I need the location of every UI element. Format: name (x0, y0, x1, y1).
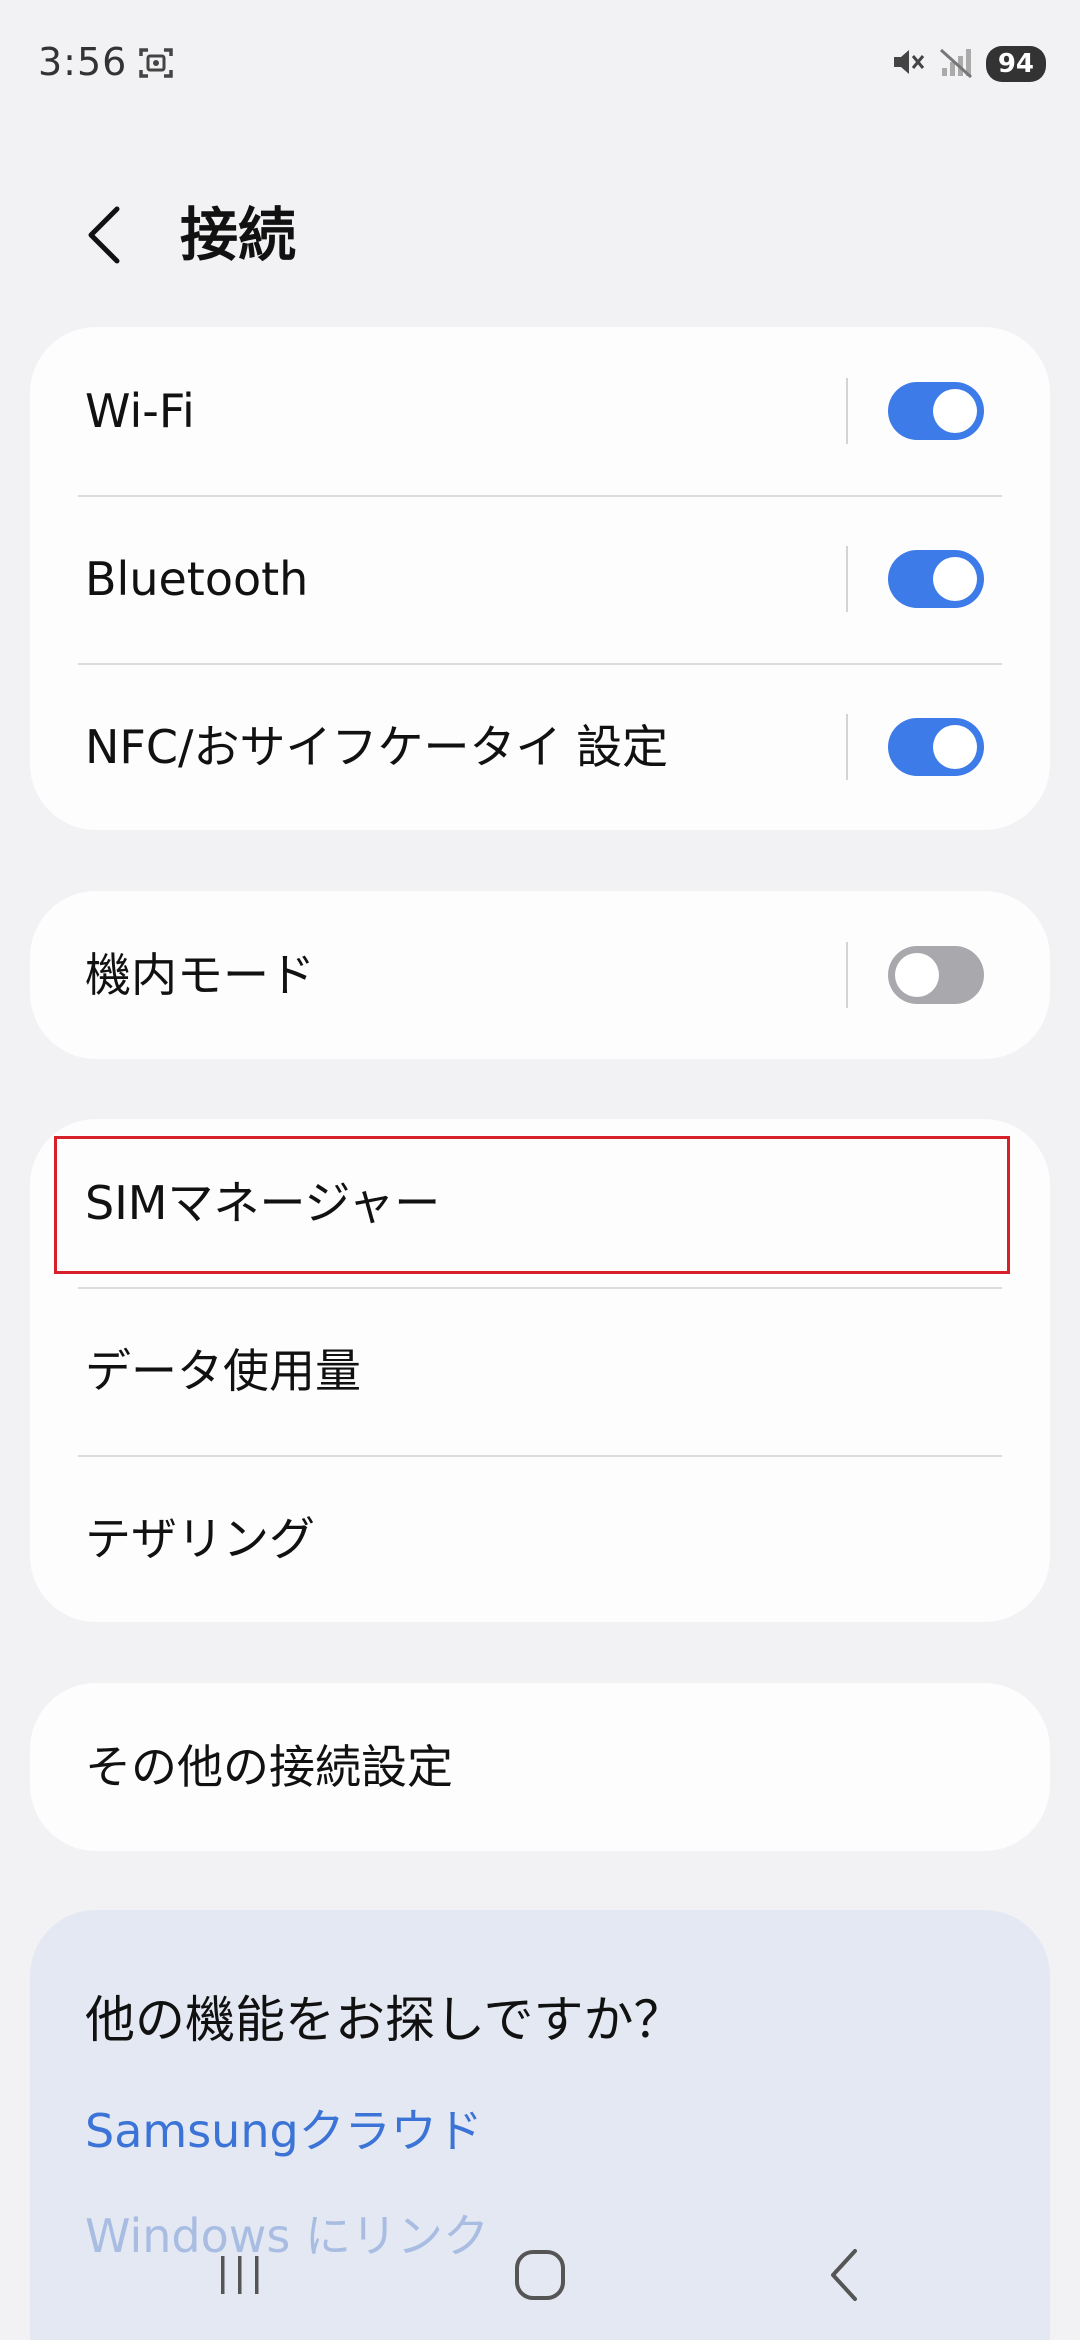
chevron-left-icon (88, 206, 120, 264)
settings-group-wireless: Wi-Fi Bluetooth NFC/おサイフケータイ 設定 (30, 327, 1050, 830)
tethering-label: テザリング (85, 1512, 315, 1566)
divider (846, 714, 848, 780)
recents-button[interactable] (190, 2240, 290, 2310)
screenshot-icon (138, 46, 174, 80)
no-signal-icon (938, 44, 974, 84)
recents-icon (221, 2256, 259, 2294)
divider (846, 378, 848, 444)
status-time: 3:56 (38, 40, 128, 84)
status-bar: 3:56 94 (0, 0, 1080, 130)
more-connection-settings-row[interactable]: その他の接続設定 (30, 1683, 1050, 1851)
mute-icon (890, 44, 926, 84)
home-button[interactable] (490, 2240, 590, 2310)
system-back-button[interactable] (795, 2240, 895, 2310)
back-icon (831, 2249, 857, 2301)
data-usage-label: データ使用量 (85, 1344, 361, 1398)
airplane-mode-row[interactable]: 機内モード (30, 891, 1050, 1059)
nfc-label: NFC/おサイフケータイ 設定 (85, 720, 669, 774)
nfc-row[interactable]: NFC/おサイフケータイ 設定 (30, 663, 1050, 830)
divider (846, 546, 848, 612)
nfc-toggle[interactable] (888, 718, 984, 776)
divider (846, 942, 848, 1008)
back-button[interactable] (70, 200, 140, 270)
header: 接続 (0, 180, 1080, 290)
samsung-cloud-link[interactable]: Samsungクラウド (85, 2095, 483, 2161)
wifi-toggle[interactable] (888, 382, 984, 440)
airplane-mode-toggle[interactable] (888, 946, 984, 1004)
settings-group-more: その他の接続設定 (30, 1683, 1050, 1851)
bluetooth-toggle[interactable] (888, 550, 984, 608)
data-usage-row[interactable]: データ使用量 (30, 1287, 1050, 1455)
settings-group-airplane: 機内モード (30, 891, 1050, 1059)
home-icon (515, 2250, 565, 2300)
page-title: 接続 (180, 201, 297, 269)
wifi-row[interactable]: Wi-Fi (30, 327, 1050, 495)
suggestions-title: 他の機能をお探しですか？ (85, 1991, 684, 2049)
navigation-bar (0, 2210, 1080, 2340)
wifi-label: Wi-Fi (85, 384, 195, 438)
airplane-mode-label: 機内モード (85, 948, 315, 1002)
tethering-row[interactable]: テザリング (30, 1455, 1050, 1622)
status-icons: 94 (890, 44, 1046, 84)
battery-icon: 94 (985, 46, 1046, 82)
bluetooth-label: Bluetooth (85, 552, 309, 606)
bluetooth-row[interactable]: Bluetooth (30, 495, 1050, 663)
more-connection-settings-label: その他の接続設定 (85, 1740, 453, 1794)
highlight-box (54, 1136, 1010, 1274)
